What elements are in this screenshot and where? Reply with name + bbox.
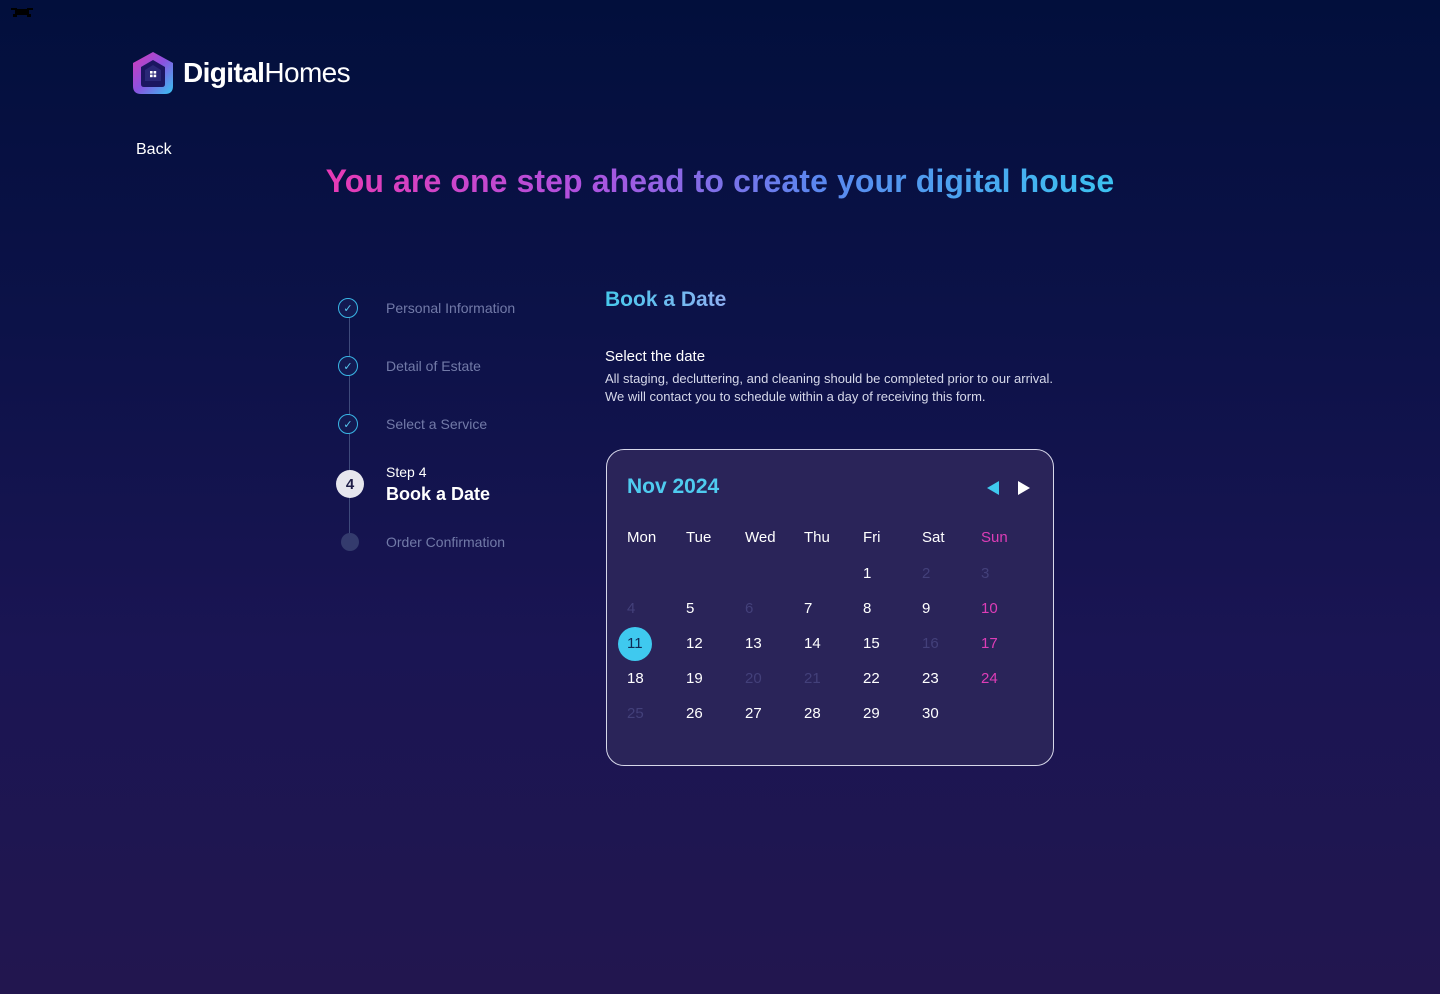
step-number-badge: 4 xyxy=(336,470,364,498)
description-line: All staging, decluttering, and cleaning … xyxy=(605,371,1054,386)
select-date-label: Select the date xyxy=(605,348,706,365)
calendar-day[interactable]: 29 xyxy=(863,705,880,722)
corner-artifact-icon xyxy=(11,8,33,17)
calendar-day[interactable]: 5 xyxy=(686,600,694,617)
triangle-left-icon[interactable] xyxy=(987,481,999,495)
calendar-day: 25 xyxy=(627,705,644,722)
weekday-header: Wed xyxy=(745,529,776,546)
booking-description: All staging, decluttering, and cleaning … xyxy=(605,370,1125,406)
weekday-header: Fri xyxy=(863,529,881,546)
check-icon: ✓ xyxy=(338,298,358,318)
calendar-day: 4 xyxy=(627,600,636,617)
calendar-day[interactable]: 17 xyxy=(981,635,998,652)
section-title: Book a Date xyxy=(605,288,727,311)
weekday-header: Thu xyxy=(804,529,830,546)
calendar-day[interactable]: 23 xyxy=(922,670,939,687)
step-label: Detail of Estate xyxy=(386,358,481,374)
calendar-day[interactable]: 9 xyxy=(922,600,930,617)
weekday-header: Sat xyxy=(922,529,945,546)
calendar-day[interactable]: 13 xyxy=(745,635,762,652)
calendar-day[interactable]: 27 xyxy=(745,705,762,722)
brand-name-bold: Digital xyxy=(183,57,265,88)
date-picker-calendar: Nov 2024 Mon Tue Wed Thu Fri Sat Sun 1 2 3 4 5 6 7 8 9 1… xyxy=(606,449,1054,766)
calendar-day[interactable]: 19 xyxy=(686,670,703,687)
calendar-day-selected[interactable]: 11 xyxy=(627,635,643,652)
brand-name-light: Homes xyxy=(264,57,351,88)
calendar-month-label: Nov 2024 xyxy=(627,475,720,498)
calendar-day[interactable]: 15 xyxy=(863,635,880,652)
weekday-header: Mon xyxy=(627,529,657,546)
calendar-day[interactable]: 1 xyxy=(863,565,871,582)
calendar-day[interactable]: 24 xyxy=(981,670,998,687)
pending-dot-icon xyxy=(341,533,359,551)
calendar-day[interactable]: 28 xyxy=(804,705,821,722)
check-icon: ✓ xyxy=(338,356,358,376)
calendar-day[interactable]: 14 xyxy=(804,635,821,652)
check-icon: ✓ xyxy=(338,414,358,434)
calendar-day[interactable]: 10 xyxy=(981,600,998,617)
step-label: Order Confirmation xyxy=(386,534,506,550)
calendar-day[interactable]: 26 xyxy=(686,705,703,722)
calendar-day[interactable]: 12 xyxy=(686,635,703,652)
calendar-day[interactable]: 30 xyxy=(922,705,939,722)
calendar-day[interactable]: 22 xyxy=(863,670,880,687)
calendar-day[interactable]: 8 xyxy=(863,600,871,617)
weekday-header: Sun xyxy=(981,529,1008,546)
brand-name: DigitalHomes xyxy=(183,57,351,88)
house-logo-icon xyxy=(133,52,173,94)
page-headline: You are one step ahead to create your di… xyxy=(0,163,1440,200)
calendar-day[interactable]: 18 xyxy=(627,670,644,687)
calendar-day: 2 xyxy=(922,565,931,582)
calendar-day[interactable]: 7 xyxy=(804,600,812,617)
step-label: Personal Information xyxy=(386,300,516,316)
step-label: Select a Service xyxy=(386,416,488,432)
calendar-day: 3 xyxy=(981,565,990,582)
description-line: We will contact you to schedule within a… xyxy=(605,389,986,404)
calendar-day: 21 xyxy=(804,670,821,687)
step-title: Book a Date xyxy=(386,484,491,504)
calendar-day: 20 xyxy=(745,670,762,687)
back-link[interactable]: Back xyxy=(136,141,172,159)
step-sub-label: Step 4 xyxy=(386,464,427,480)
headline-text: You are one step ahead to create your di… xyxy=(325,163,1115,199)
calendar-day: 16 xyxy=(922,635,939,652)
progress-stepper: ✓ Personal Information ✓ Detail of Estat… xyxy=(330,290,570,570)
calendar-day: 6 xyxy=(745,600,754,617)
brand-logo[interactable]: DigitalHomes xyxy=(130,50,351,96)
weekday-header: Tue xyxy=(686,529,712,546)
triangle-right-icon[interactable] xyxy=(1018,481,1030,495)
